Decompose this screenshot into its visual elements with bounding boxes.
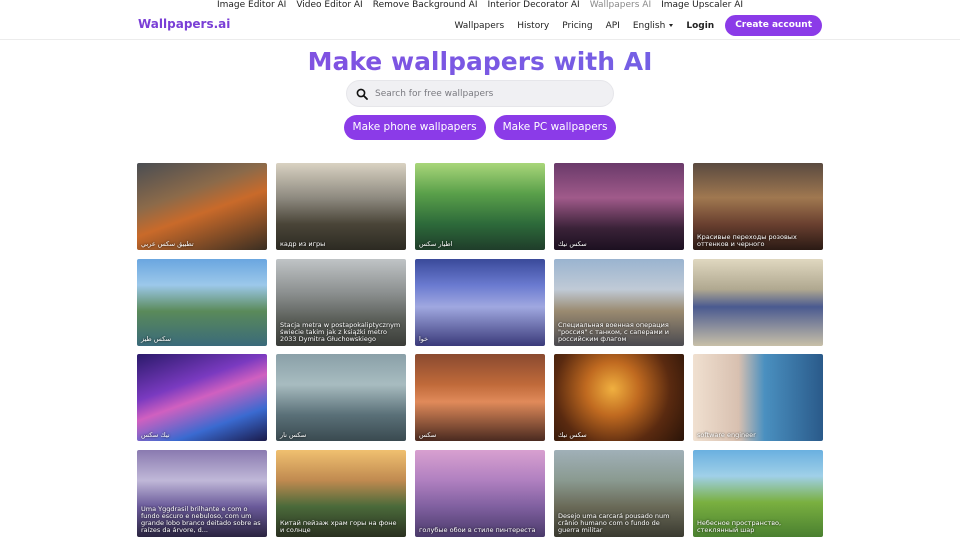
search-icon[interactable] <box>356 88 368 100</box>
wallpaper-caption: تطبيق سكس عربي <box>141 239 194 248</box>
search-bar <box>346 80 614 107</box>
wallpaper-card[interactable]: اطيار سكس <box>415 163 545 250</box>
site-header: Wallpapers.ai Wallpapers History Pricing… <box>0 11 960 40</box>
wallpaper-caption: Stacja metra w postapokaliptycznym świec… <box>280 320 401 344</box>
search-input[interactable] <box>375 81 607 106</box>
product-link[interactable]: Interior Decorator AI <box>487 0 579 11</box>
nav-wallpapers[interactable]: Wallpapers <box>454 16 504 36</box>
page-title: Make wallpapers with AI <box>0 47 960 76</box>
wallpaper-card[interactable]: سكس نيك <box>554 354 684 441</box>
wallpaper-card[interactable]: Uma Yggdrasil brilhante e com o fundo es… <box>137 449 267 537</box>
wallpaper-caption: Специальная военная операция "россия" с … <box>558 320 670 344</box>
wallpaper-caption: خوا <box>419 335 429 344</box>
wallpaper-card[interactable]: Desejo uma carcará pousado num crânio hu… <box>554 449 684 537</box>
wallpaper-caption: Красивые переходы розовых оттенков и чер… <box>697 232 797 248</box>
wallpaper-caption: software engineer <box>697 430 756 439</box>
wallpaper-caption: кадр из игры <box>280 239 326 248</box>
nav-api[interactable]: API <box>606 16 620 36</box>
wallpaper-caption: سكس نار <box>280 430 307 439</box>
create-buttons: Make phone wallpapers Make PC wallpapers <box>0 115 960 140</box>
product-link[interactable]: Remove Background AI <box>373 0 478 11</box>
wallpaper-card[interactable]: سكس نار <box>276 354 406 441</box>
wallpaper-caption: سكس <box>419 430 437 439</box>
product-link[interactable]: Video Editor AI <box>296 0 362 11</box>
product-link[interactable]: Image Editor AI <box>217 0 286 11</box>
product-link[interactable]: Image Upscaler AI <box>661 0 743 11</box>
wallpaper-card[interactable] <box>693 258 823 346</box>
wallpaper-card[interactable]: Stacja metra w postapokaliptycznym świec… <box>276 258 406 346</box>
wallpaper-card[interactable]: Китай пейзаж храм горы на фоне и солнце <box>276 449 406 537</box>
wallpaper-caption: Desejo uma carcará pousado num crânio hu… <box>558 511 670 535</box>
wallpaper-card[interactable]: Специальная военная операция "россия" с … <box>554 258 684 346</box>
wallpaper-card[interactable]: سكس طيز <box>137 258 267 346</box>
wallpaper-card[interactable]: نيك سكس <box>137 354 267 441</box>
wallpaper-card[interactable]: software engineer <box>693 354 823 441</box>
wallpaper-caption: اطيار سكس <box>419 239 453 248</box>
wallpaper-caption: سكس طيز <box>141 335 172 344</box>
wallpaper-caption: Китай пейзаж храм горы на фоне и солнце <box>280 519 397 535</box>
wallpaper-caption: سكس نيك <box>558 430 587 439</box>
wallpaper-grid: تطبيق سكس عربي кадр из игры اطيار سكس سكس ن… <box>137 163 823 537</box>
wallpaper-card[interactable]: голубые обои в стиле пинтереста <box>415 449 545 537</box>
wallpaper-caption: Uma Yggdrasil brilhante e com o fundo es… <box>141 504 261 535</box>
create-account-button[interactable]: Create account <box>725 15 822 36</box>
product-link-active[interactable]: Wallpapers AI <box>590 0 651 11</box>
wallpaper-card[interactable]: سكس <box>415 354 545 441</box>
make-pc-wallpapers-button[interactable]: Make PC wallpapers <box>493 115 617 140</box>
wallpaper-card[interactable]: Красивые переходы розовых оттенков и чер… <box>693 163 823 250</box>
wallpaper-card[interactable]: سكس نيك <box>554 163 684 250</box>
login-link[interactable]: Login <box>686 16 714 36</box>
wallpaper-caption: голубые обои в стиле пинтереста <box>419 526 536 535</box>
wallpaper-caption: سكس نيك <box>558 239 587 248</box>
wallpaper-card[interactable]: خوا <box>415 258 545 346</box>
nav-pricing[interactable]: Pricing <box>562 16 592 36</box>
wallpaper-card[interactable]: Небесное пространство, стеклянный шар <box>693 449 823 537</box>
make-phone-wallpapers-button[interactable]: Make phone wallpapers <box>343 115 486 140</box>
wallpaper-card[interactable]: تطبيق سكس عربي <box>137 163 267 250</box>
wallpaper-card[interactable]: кадр из игры <box>276 163 406 250</box>
nav-history[interactable]: History <box>517 16 549 36</box>
language-dropdown[interactable]: English <box>633 16 674 36</box>
wallpaper-caption: نيك سكس <box>141 430 170 439</box>
main-nav: Wallpapers History Pricing API English L… <box>441 15 822 36</box>
logo[interactable]: Wallpapers.ai <box>138 17 230 31</box>
wallpaper-caption: Небесное пространство, стеклянный шар <box>697 519 782 535</box>
product-links-bar: Image Editor AI Video Editor AI Remove B… <box>0 0 960 11</box>
